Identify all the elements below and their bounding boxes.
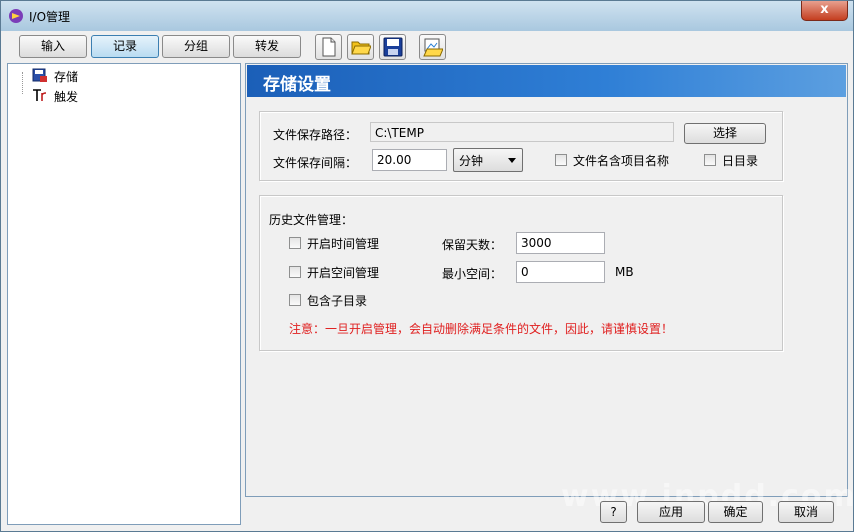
day-dir-label: 日目录	[722, 154, 759, 168]
select-path-button-label: 选择	[712, 126, 737, 140]
min-space-field[interactable]: 0	[516, 261, 605, 283]
apply-button-label: 应用	[658, 505, 683, 519]
cancel-button-label: 取消	[793, 505, 818, 519]
path-label: 文件保存路径：	[273, 128, 358, 142]
tab-forward[interactable]: 转发	[233, 35, 301, 58]
ok-button[interactable]: 确定	[708, 501, 763, 523]
tab-record-label: 记录	[112, 39, 137, 53]
new-file-icon	[322, 37, 336, 57]
apply-button[interactable]: 应用	[637, 501, 705, 523]
io-manager-window: I/O管理 x 输入 记录 分组 转发 存储 触发 存储设置 文件保存路径： C…	[0, 0, 854, 532]
time-mgmt-checkbox[interactable]	[289, 237, 301, 249]
cancel-button[interactable]: 取消	[778, 501, 834, 523]
tree-item-storage[interactable]: 存储	[16, 67, 116, 85]
interval-unit-select[interactable]: 分钟	[453, 148, 523, 172]
tab-group[interactable]: 分组	[162, 35, 230, 58]
ok-button-label: 确定	[723, 505, 748, 519]
time-mgmt-label: 开启时间管理	[307, 237, 380, 251]
tree-item-trigger-label: 触发	[54, 90, 79, 104]
save-button[interactable]	[379, 34, 406, 60]
navigation-tree: 存储 触发	[7, 63, 241, 525]
tab-record[interactable]: 记录	[91, 35, 159, 58]
tree-item-trigger[interactable]: 触发	[16, 87, 116, 105]
tab-input[interactable]: 输入	[19, 35, 87, 58]
min-space-label: 最小空间：	[442, 267, 503, 281]
open-folder-button[interactable]	[347, 34, 374, 60]
window-title: I/O管理	[29, 10, 71, 24]
app-icon	[9, 9, 23, 23]
min-space-unit: MB	[615, 265, 634, 279]
storage-group: 文件保存路径： C:\TEMP 选择 文件保存间隔： 20.00 分钟 文件名含…	[259, 111, 783, 181]
filename-option-checkbox[interactable]	[555, 154, 567, 166]
filename-option-label: 文件名含项目名称	[573, 154, 670, 168]
interval-label: 文件保存间隔：	[273, 156, 358, 170]
path-field[interactable]: C:\TEMP	[370, 122, 674, 142]
import-button[interactable]	[419, 34, 446, 60]
tree-item-storage-label: 存储	[54, 70, 79, 84]
space-mgmt-checkbox[interactable]	[289, 266, 301, 278]
panel-title: 存储设置	[263, 75, 331, 95]
settings-panel: 存储设置 文件保存路径： C:\TEMP 选择 文件保存间隔： 20.00 分钟…	[245, 63, 848, 497]
select-path-button[interactable]: 选择	[684, 123, 766, 144]
history-group-label: 历史文件管理：	[269, 213, 354, 227]
subdir-checkbox[interactable]	[289, 294, 301, 306]
title-bar: I/O管理 x	[1, 1, 853, 31]
help-icon: ?	[610, 505, 617, 519]
history-group: 历史文件管理： 开启时间管理 保留天数： 3000 开启空间管理 最小空间： 0…	[259, 195, 783, 351]
help-button[interactable]: ?	[600, 501, 627, 523]
subdir-label: 包含子目录	[307, 294, 368, 308]
chevron-down-icon	[508, 158, 516, 163]
space-mgmt-label: 开启空间管理	[307, 266, 380, 280]
save-disk-icon	[383, 37, 403, 57]
warning-text: 注意：一旦开启管理，会自动删除满足条件的文件，因此，请谨慎设置！	[289, 322, 674, 336]
day-dir-checkbox[interactable]	[704, 154, 716, 166]
close-icon: x	[820, 2, 829, 17]
storage-disk-icon	[32, 68, 47, 82]
import-image-icon	[423, 38, 443, 57]
keep-days-label: 保留天数：	[442, 238, 503, 252]
open-folder-icon	[351, 41, 371, 55]
interval-unit-value: 分钟	[459, 154, 484, 168]
interval-field[interactable]: 20.00	[372, 149, 447, 171]
keep-days-field[interactable]: 3000	[516, 232, 605, 254]
tab-input-label: 输入	[40, 39, 65, 53]
close-button[interactable]: x	[801, 1, 848, 21]
tab-group-label: 分组	[183, 39, 208, 53]
tab-forward-label: 转发	[254, 39, 279, 53]
trigger-icon	[33, 89, 47, 101]
panel-header: 存储设置	[247, 65, 846, 97]
new-file-button[interactable]	[315, 34, 342, 60]
